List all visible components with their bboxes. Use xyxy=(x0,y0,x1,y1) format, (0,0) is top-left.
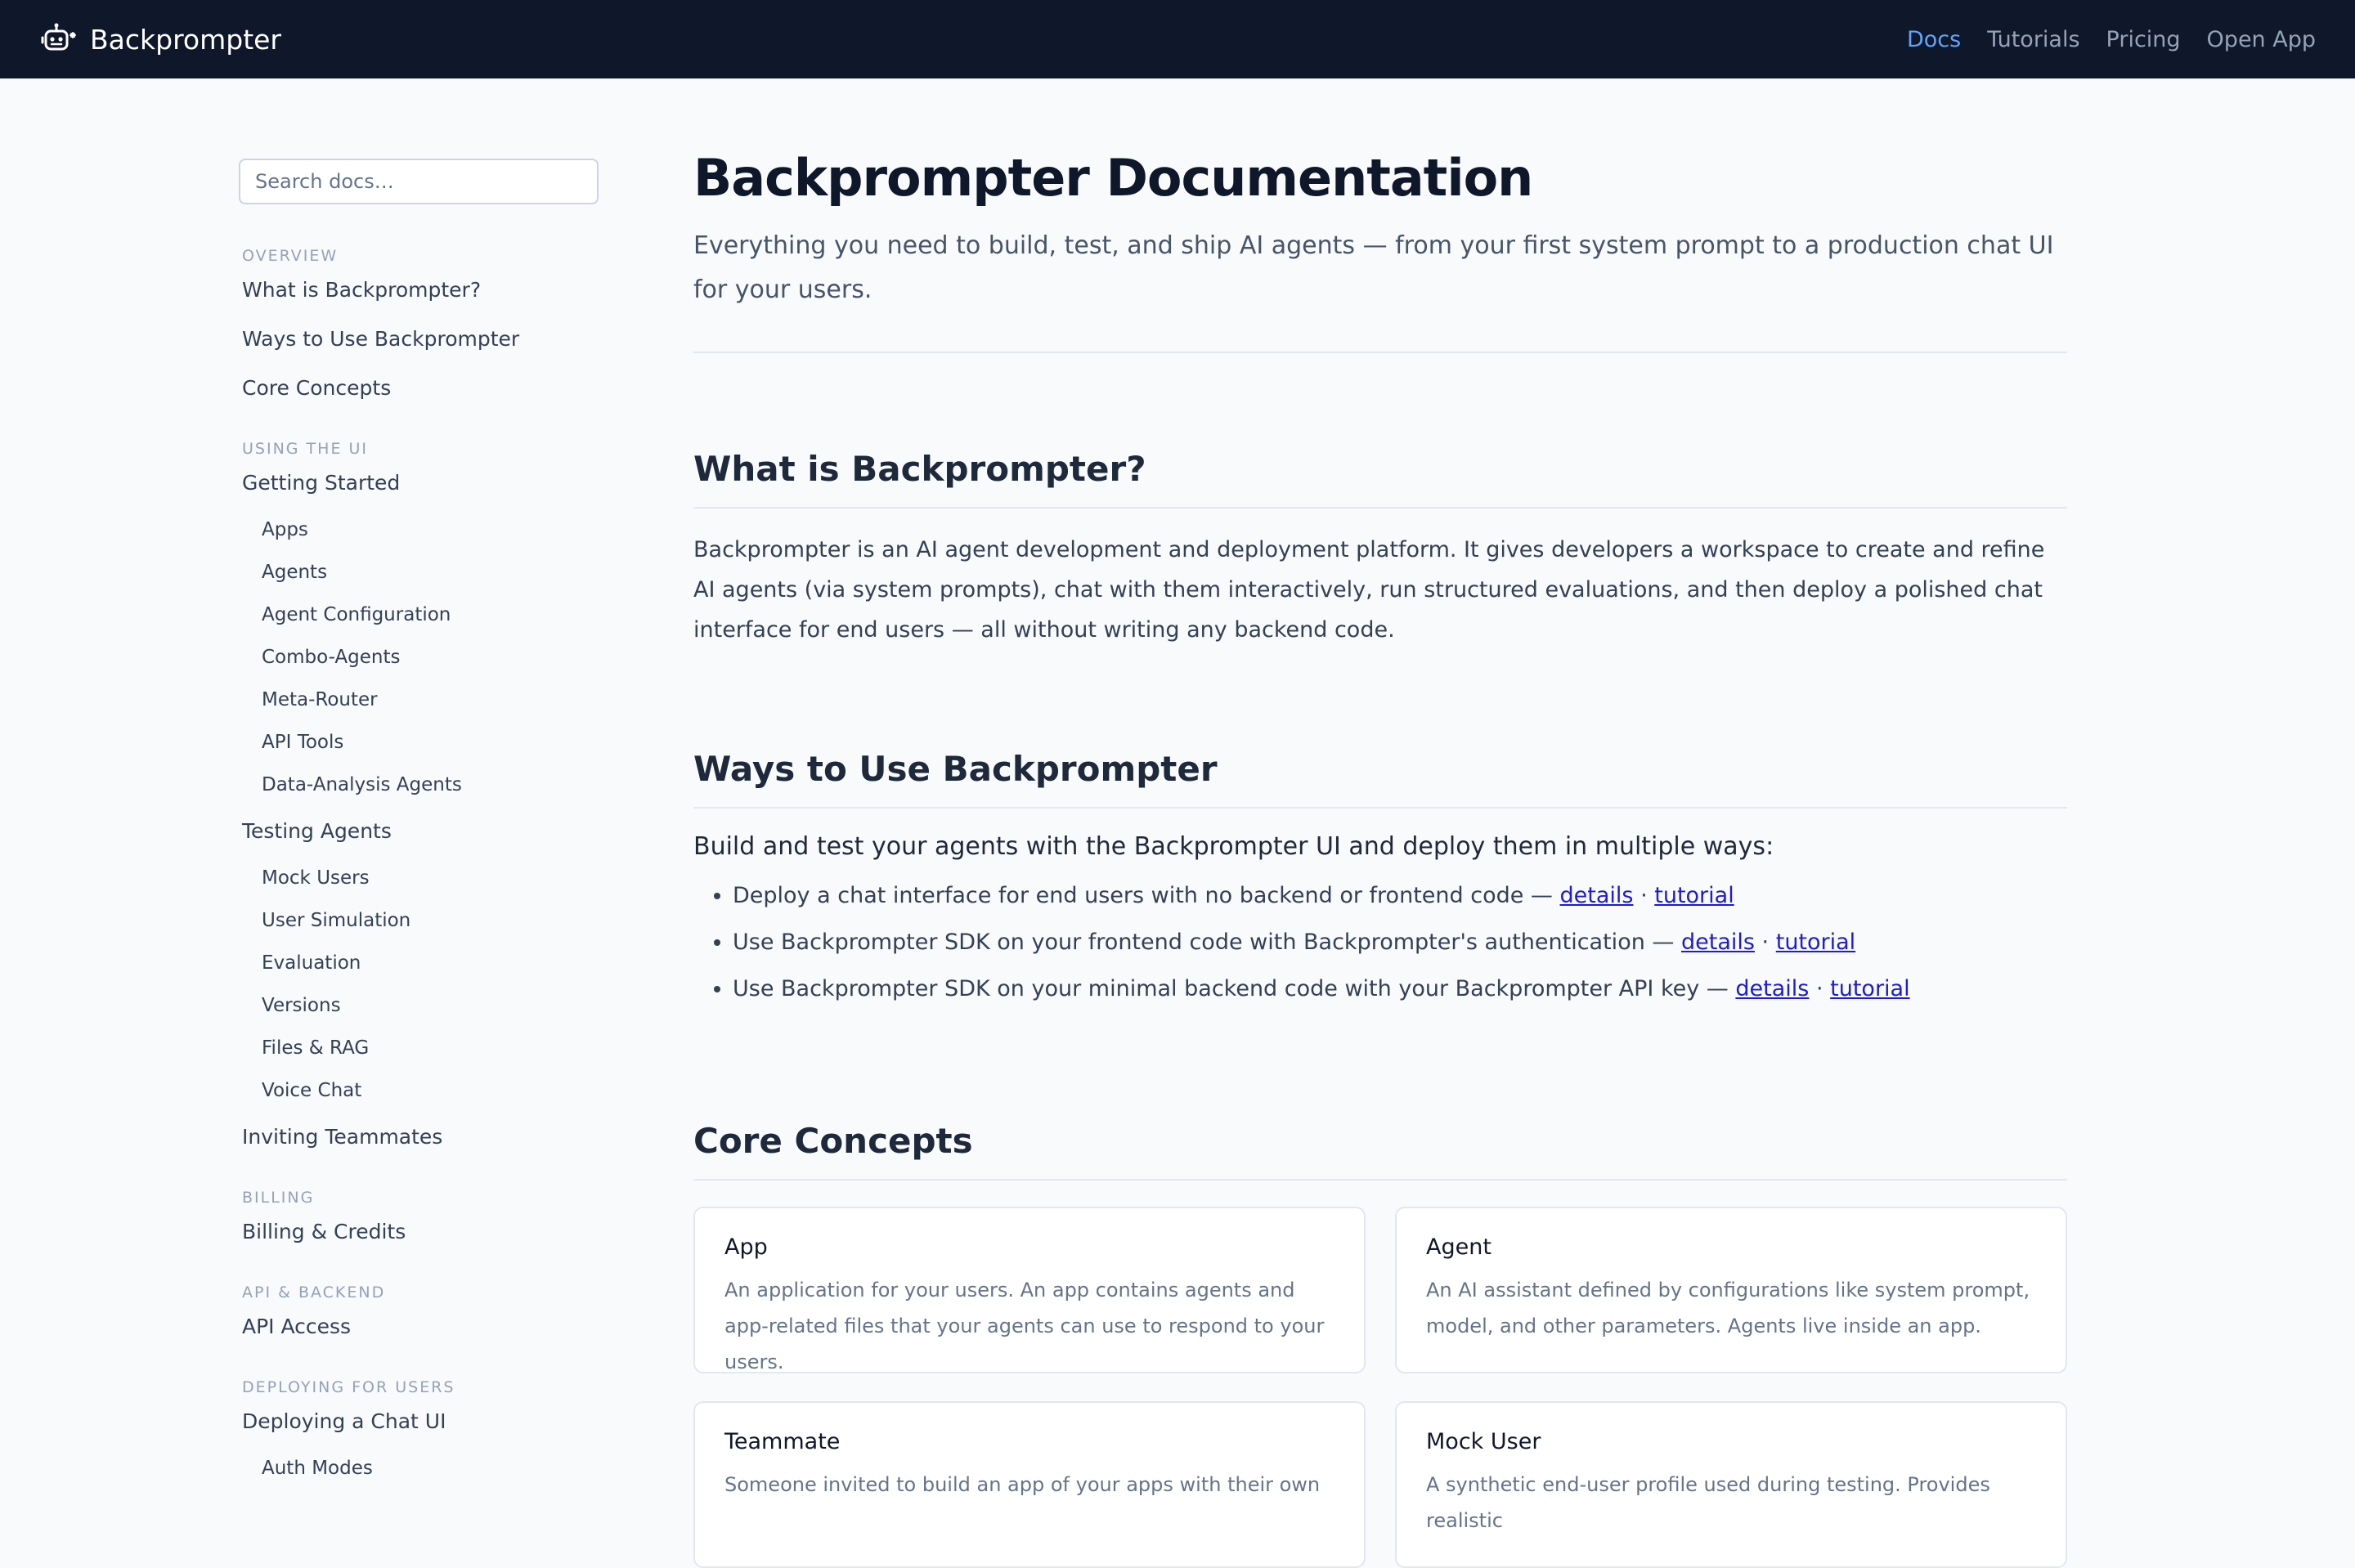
docs-sidebar: OVERVIEW What is Backprompter? Ways to U… xyxy=(239,159,599,1490)
top-navbar: Backprompter Docs Tutorials Pricing Open… xyxy=(0,0,2355,78)
sidebar-subitem-api-tools[interactable]: API Tools xyxy=(239,721,599,764)
card-title: Teammate xyxy=(724,1429,841,1454)
sidebar-section-deploying: DEPLOYING FOR USERS xyxy=(242,1378,455,1396)
title-divider xyxy=(693,352,2067,353)
sidebar-subitem-data-analysis-agents[interactable]: Data-Analysis Agents xyxy=(239,764,599,806)
card-description: Someone invited to build an app of your … xyxy=(724,1473,1321,1496)
details-link[interactable]: details xyxy=(1735,976,1809,1001)
sidebar-item-what-is[interactable]: What is Backprompter? xyxy=(239,265,599,314)
concept-cards-grid: App An application for your users. An ap… xyxy=(693,1207,2067,1568)
brand-name: Backprompter xyxy=(90,23,281,56)
sidebar-subitem-versions[interactable]: Versions xyxy=(239,984,599,1027)
ways-lead-text: Build and test your agents with the Back… xyxy=(693,832,1774,861)
tutorial-link[interactable]: tutorial xyxy=(1654,883,1734,908)
sidebar-item-inviting-teammates[interactable]: Inviting Teammates xyxy=(239,1112,599,1161)
nav-pricing-link[interactable]: Pricing xyxy=(2106,27,2181,52)
way-text: Use Backprompter SDK on your minimal bac… xyxy=(733,976,1729,1001)
page-title: Backprompter Documentation xyxy=(693,148,1533,208)
concept-card-app[interactable]: App An application for your users. An ap… xyxy=(693,1207,1366,1373)
search-docs-input[interactable] xyxy=(239,159,599,204)
sidebar-item-deploying-chat-ui[interactable]: Deploying a Chat UI xyxy=(239,1396,599,1445)
sidebar-section-billing: BILLING xyxy=(242,1189,315,1207)
list-item: Use Backprompter SDK on your minimal bac… xyxy=(733,965,2067,1012)
sidebar-subitem-evaluation[interactable]: Evaluation xyxy=(239,942,599,984)
concept-card-agent[interactable]: Agent An AI assistant defined by configu… xyxy=(1395,1207,2067,1373)
details-link[interactable]: details xyxy=(1560,883,1634,908)
robot-logo-icon xyxy=(39,20,78,59)
sidebar-item-billing-credits[interactable]: Billing & Credits xyxy=(239,1207,599,1256)
card-title: Mock User xyxy=(1426,1429,1541,1454)
top-nav: Docs Tutorials Pricing Open App xyxy=(1907,27,2316,52)
link-separator: · xyxy=(1761,930,1770,955)
sidebar-item-ways-to-use[interactable]: Ways to Use Backprompter xyxy=(239,314,599,363)
link-separator: · xyxy=(1815,976,1823,1001)
sidebar-subitem-mock-users[interactable]: Mock Users xyxy=(239,857,599,899)
section-heading-ways-to-use: Ways to Use Backprompter xyxy=(693,746,2067,809)
sidebar-subitem-user-simulation[interactable]: User Simulation xyxy=(239,899,599,942)
sidebar-subitem-auth-modes[interactable]: Auth Modes xyxy=(239,1447,599,1490)
details-link[interactable]: details xyxy=(1681,930,1755,955)
tutorial-link[interactable]: tutorial xyxy=(1830,976,1909,1001)
ways-list: Deploy a chat interface for end users wi… xyxy=(693,872,2067,1012)
card-title: Agent xyxy=(1426,1234,1492,1260)
what-is-paragraph: Backprompter is an AI agent development … xyxy=(693,537,2045,643)
docs-main-content: Backprompter Documentation Everything yo… xyxy=(693,147,2067,1568)
card-description: A synthetic end-user profile used during… xyxy=(1426,1473,1990,1532)
section-heading-core-concepts: Core Concepts xyxy=(693,1118,2067,1180)
section-heading-what-is: What is Backprompter? xyxy=(693,446,2067,508)
sidebar-section-api-backend: API & BACKEND xyxy=(242,1284,386,1301)
sidebar-subitem-apps[interactable]: Apps xyxy=(239,508,599,551)
sidebar-subitem-files-rag[interactable]: Files & RAG xyxy=(239,1027,599,1069)
card-description: An application for your users. An app co… xyxy=(724,1279,1325,1373)
sidebar-subitem-agent-configuration[interactable]: Agent Configuration xyxy=(239,594,599,636)
tutorial-link[interactable]: tutorial xyxy=(1776,930,1855,955)
sidebar-item-getting-started[interactable]: Getting Started xyxy=(239,458,599,507)
way-text: Deploy a chat interface for end users wi… xyxy=(733,883,1553,908)
sidebar-section-overview: OVERVIEW xyxy=(242,247,339,265)
sidebar-subitem-combo-agents[interactable]: Combo-Agents xyxy=(239,636,599,679)
sidebar-subitem-voice-chat[interactable]: Voice Chat xyxy=(239,1069,599,1112)
sidebar-subitem-meta-router[interactable]: Meta-Router xyxy=(239,679,599,721)
sidebar-section-using-ui: USING THE UI xyxy=(242,440,368,458)
card-description: An AI assistant defined by configuration… xyxy=(1426,1279,2030,1337)
nav-docs-link[interactable]: Docs xyxy=(1907,27,1961,52)
way-text: Use Backprompter SDK on your frontend co… xyxy=(733,930,1675,955)
nav-open-app-link[interactable]: Open App xyxy=(2207,27,2316,52)
sidebar-item-api-access[interactable]: API Access xyxy=(239,1301,599,1351)
nav-tutorials-link[interactable]: Tutorials xyxy=(1987,27,2079,52)
sidebar-item-core-concepts[interactable]: Core Concepts xyxy=(239,363,599,412)
concept-card-mock-user[interactable]: Mock User A synthetic end-user profile u… xyxy=(1395,1401,2067,1568)
list-item: Deploy a chat interface for end users wi… xyxy=(733,872,2067,919)
concept-card-teammate[interactable]: Teammate Someone invited to build an app… xyxy=(693,1401,1366,1568)
sidebar-subitem-agents[interactable]: Agents xyxy=(239,551,599,594)
card-title: App xyxy=(724,1234,768,1260)
link-separator: · xyxy=(1640,883,1648,908)
list-item: Use Backprompter SDK on your frontend co… xyxy=(733,919,2067,965)
brand-link[interactable]: Backprompter xyxy=(39,20,281,59)
page-subtitle: Everything you need to build, test, and … xyxy=(693,231,2054,304)
sidebar-item-testing-agents[interactable]: Testing Agents xyxy=(239,806,599,855)
